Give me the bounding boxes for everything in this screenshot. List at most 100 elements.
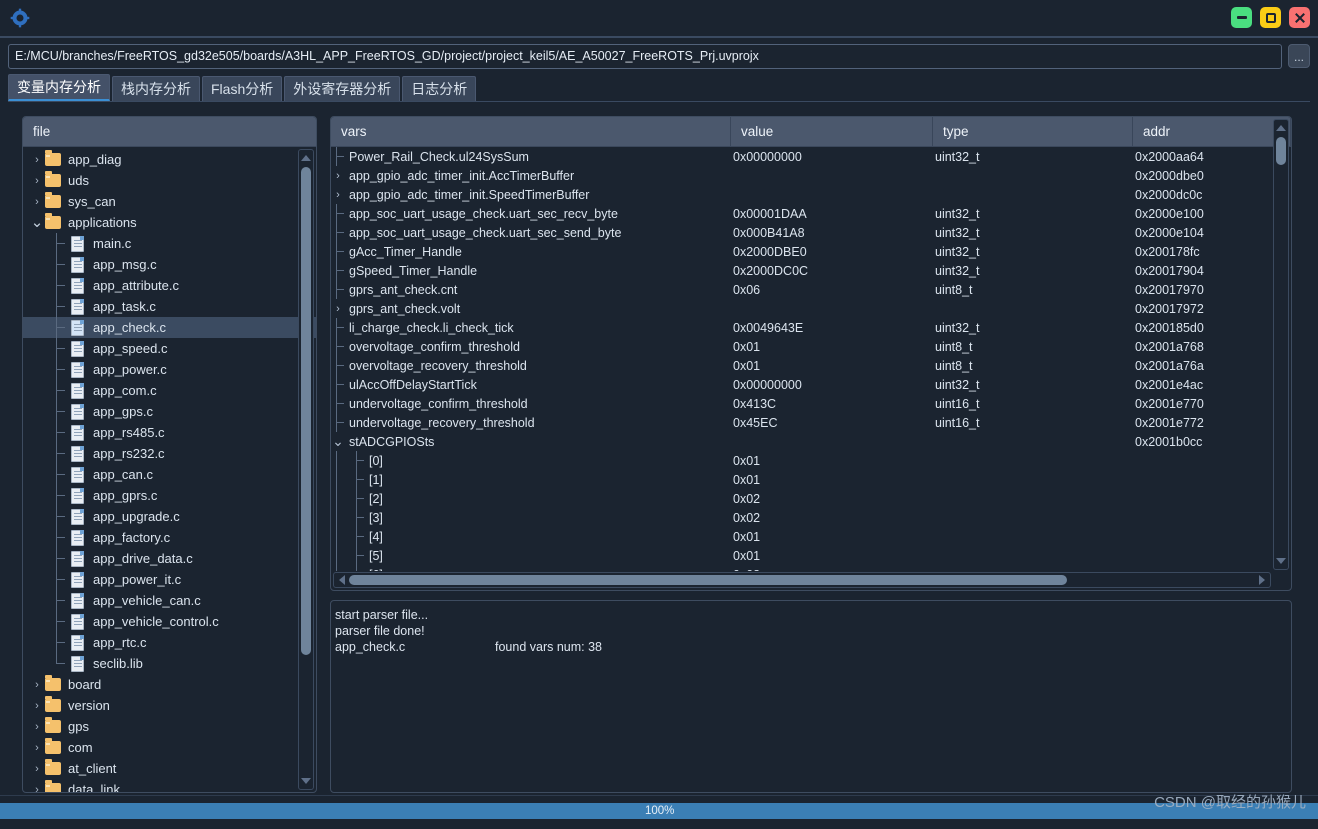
tree-file-item[interactable]: seclib.lib xyxy=(23,653,316,674)
tree-file-item[interactable]: app_rs485.c xyxy=(23,422,316,443)
variable-row[interactable]: gAcc_Timer_Handle 0x2000DBE0 uint32_t 0x200… xyxy=(331,242,1291,261)
variable-row[interactable]: › app_gpio_adc_timer_init.AccTimerBuffer 0… xyxy=(331,166,1291,185)
variable-row[interactable]: [2] 0x02 xyxy=(331,489,1291,508)
variable-row[interactable]: [3] 0x02 xyxy=(331,508,1291,527)
tree-file-item[interactable]: app_factory.c xyxy=(23,527,316,548)
chevron-right-icon[interactable]: › xyxy=(331,189,345,201)
variable-row[interactable]: [5] 0x01 xyxy=(331,546,1291,565)
tree-file-item[interactable]: app_attribute.c xyxy=(23,275,316,296)
browse-button[interactable]: ... xyxy=(1288,44,1310,68)
tree-file-item[interactable]: app_drive_data.c xyxy=(23,548,316,569)
chevron-right-icon[interactable]: › xyxy=(29,175,45,187)
scroll-up-icon[interactable] xyxy=(299,151,313,165)
column-header-addr[interactable]: addr xyxy=(1133,117,1291,146)
close-button[interactable] xyxy=(1289,7,1310,28)
tree-folder-item[interactable]: › uds xyxy=(23,170,316,191)
tree-file-item[interactable]: app_power.c xyxy=(23,359,316,380)
variable-row[interactable]: [6] 0x08 xyxy=(331,565,1291,571)
variable-row[interactable]: undervoltage_confirm_threshold 0x413C uint… xyxy=(331,394,1291,413)
variable-row[interactable]: [1] 0x01 xyxy=(331,470,1291,489)
tab-2[interactable]: Flash分析 xyxy=(202,76,283,101)
tree-file-item[interactable]: app_task.c xyxy=(23,296,316,317)
variable-row[interactable]: [0] 0x01 xyxy=(331,451,1291,470)
variable-row[interactable]: ⌄ stADCGPIOSts 0x2001b0cc xyxy=(331,432,1291,451)
variable-value: 0x0049643E xyxy=(733,320,804,335)
tree-item-label: uds xyxy=(68,173,89,188)
variable-row[interactable]: [4] 0x01 xyxy=(331,527,1291,546)
tree-folder-item[interactable]: › gps xyxy=(23,716,316,737)
variable-row[interactable]: gSpeed_Timer_Handle 0x2000DC0C uint32_t 0x2… xyxy=(331,261,1291,280)
tree-connector xyxy=(51,632,71,653)
maximize-button[interactable] xyxy=(1260,7,1281,28)
tree-file-item[interactable]: app_power_it.c xyxy=(23,569,316,590)
variables-table-body[interactable]: Power_Rail_Check.ul24SysSum 0x00000000 uin… xyxy=(331,147,1291,571)
tree-folder-item[interactable]: › at_client xyxy=(23,758,316,779)
variables-horizontal-scrollbar[interactable] xyxy=(333,572,1271,588)
tree-folder-item[interactable]: › app_diag xyxy=(23,149,316,170)
tree-file-item[interactable]: app_msg.c xyxy=(23,254,316,275)
column-header-value[interactable]: value xyxy=(731,117,933,146)
tree-file-item[interactable]: app_rtc.c xyxy=(23,632,316,653)
column-header-vars[interactable]: vars xyxy=(331,117,731,146)
scrollbar-thumb[interactable] xyxy=(1276,137,1286,165)
tree-folder-item[interactable]: › data_link xyxy=(23,779,316,792)
tab-3[interactable]: 外设寄存器分析 xyxy=(284,76,401,101)
variable-row[interactable]: › gprs_ant_check.volt 0x20017972 xyxy=(331,299,1291,318)
scroll-right-icon[interactable] xyxy=(1255,573,1269,587)
chevron-right-icon[interactable]: › xyxy=(29,721,45,733)
chevron-right-icon[interactable]: › xyxy=(331,303,345,315)
tree-folder-item[interactable]: ⌄ applications xyxy=(23,212,316,233)
chevron-right-icon[interactable]: › xyxy=(29,763,45,775)
variable-row[interactable]: gprs_ant_check.cnt 0x06 uint8_t 0x20017970 xyxy=(331,280,1291,299)
minimize-button[interactable] xyxy=(1231,7,1252,28)
variable-row[interactable]: app_soc_uart_usage_check.uart_sec_recv_b… xyxy=(331,204,1291,223)
tab-4[interactable]: 日志分析 xyxy=(402,76,477,101)
scroll-down-icon[interactable] xyxy=(299,774,313,788)
scroll-down-icon[interactable] xyxy=(1274,554,1288,568)
variable-row[interactable]: undervoltage_recovery_threshold 0x45EC uin… xyxy=(331,413,1291,432)
tree-file-item[interactable]: app_upgrade.c xyxy=(23,506,316,527)
tree-file-item[interactable]: app_gprs.c xyxy=(23,485,316,506)
scroll-up-icon[interactable] xyxy=(1274,121,1288,135)
tree-folder-item[interactable]: › version xyxy=(23,695,316,716)
variable-row[interactable]: overvoltage_recovery_threshold 0x01 uint8_… xyxy=(331,356,1291,375)
scroll-left-icon[interactable] xyxy=(335,573,349,587)
chevron-right-icon[interactable]: › xyxy=(29,742,45,754)
tree-file-item[interactable]: app_gps.c xyxy=(23,401,316,422)
chevron-right-icon[interactable]: › xyxy=(29,679,45,691)
tree-file-item[interactable]: app_can.c xyxy=(23,464,316,485)
variable-row[interactable]: Power_Rail_Check.ul24SysSum 0x00000000 uin… xyxy=(331,147,1291,166)
tree-file-item[interactable]: app_speed.c xyxy=(23,338,316,359)
variable-row[interactable]: › app_gpio_adc_timer_init.SpeedTimerBuffe… xyxy=(331,185,1291,204)
chevron-right-icon[interactable]: › xyxy=(29,154,45,166)
variables-vertical-scrollbar[interactable] xyxy=(1273,119,1289,570)
tree-folder-item[interactable]: › board xyxy=(23,674,316,695)
chevron-right-icon[interactable]: › xyxy=(29,784,45,793)
file-tree-vertical-scrollbar[interactable] xyxy=(298,149,314,790)
tree-file-item[interactable]: app_vehicle_can.c xyxy=(23,590,316,611)
tree-file-item[interactable]: app_vehicle_control.c xyxy=(23,611,316,632)
column-header-type[interactable]: type xyxy=(933,117,1133,146)
chevron-right-icon[interactable]: › xyxy=(29,196,45,208)
chevron-right-icon[interactable]: › xyxy=(29,700,45,712)
chevron-down-icon[interactable]: ⌄ xyxy=(331,434,345,448)
progress-percent-label: 100% xyxy=(645,805,675,817)
variable-row[interactable]: ulAccOffDelayStartTick 0x00000000 uint32_t… xyxy=(331,375,1291,394)
tree-folder-item[interactable]: › com xyxy=(23,737,316,758)
tab-0[interactable]: 变量内存分析 xyxy=(8,74,110,101)
scrollbar-thumb[interactable] xyxy=(349,575,1067,585)
tree-folder-item[interactable]: › sys_can xyxy=(23,191,316,212)
chevron-right-icon[interactable]: › xyxy=(331,170,345,182)
tree-file-item[interactable]: app_rs232.c xyxy=(23,443,316,464)
variable-row[interactable]: overvoltage_confirm_threshold 0x01 uint8_t… xyxy=(331,337,1291,356)
scrollbar-thumb[interactable] xyxy=(301,167,311,655)
tree-file-item[interactable]: app_check.c xyxy=(23,317,316,338)
project-path-input[interactable] xyxy=(8,43,1282,69)
chevron-down-icon[interactable]: ⌄ xyxy=(29,215,45,230)
variable-row[interactable]: li_charge_check.li_check_tick 0x0049643E u… xyxy=(331,318,1291,337)
tree-file-item[interactable]: main.c xyxy=(23,233,316,254)
variable-row[interactable]: app_soc_uart_usage_check.uart_sec_send_b… xyxy=(331,223,1291,242)
tab-1[interactable]: 栈内存分析 xyxy=(112,76,200,101)
tree-file-item[interactable]: app_com.c xyxy=(23,380,316,401)
file-tree-body[interactable]: › app_diag › uds › sys_can ⌄ applications main.c… xyxy=(23,147,316,792)
